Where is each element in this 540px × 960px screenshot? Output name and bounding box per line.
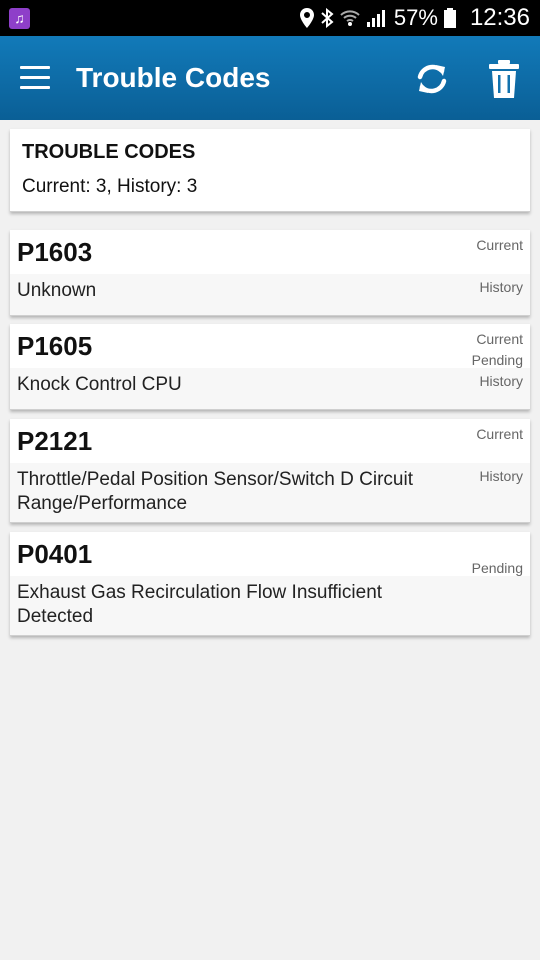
code-card[interactable]: P0401 Exhaust Gas Recirculation Flow Ins… [10, 532, 530, 636]
code-card[interactable]: P1605 Knock Control CPU Current Pending … [10, 324, 530, 410]
status-icons: 57% 12:36 [299, 0, 530, 36]
app-bar: Trouble Codes [0, 36, 540, 120]
code-card[interactable]: P2121 Throttle/Pedal Position Sensor/Swi… [10, 419, 530, 523]
status-tag: Current [476, 237, 523, 253]
summary-card: TROUBLE CODES Current: 3, History: 3 [10, 129, 530, 212]
code-card[interactable]: P1603 Unknown Current History [10, 230, 530, 316]
status-tag: History [479, 373, 523, 389]
status-tag: Pending [471, 560, 523, 576]
refresh-icon[interactable] [412, 59, 452, 99]
status-tags: Current History [476, 424, 523, 487]
trash-icon[interactable] [486, 59, 522, 99]
wifi-icon [340, 10, 360, 26]
bluetooth-icon [321, 8, 334, 28]
code-label: P1605 [17, 331, 93, 361]
status-tags: Current History [476, 235, 523, 298]
signal-icon [366, 10, 385, 27]
status-tags: Pending [472, 537, 523, 579]
battery-percent: 57% [393, 5, 438, 30]
status-tag: Current [476, 426, 523, 442]
status-tag: History [479, 468, 523, 484]
menu-icon[interactable] [20, 66, 50, 90]
clock: 12:36 [469, 4, 530, 31]
code-description: Exhaust Gas Recirculation Flow Insuffici… [17, 582, 383, 627]
code-label: P2121 [17, 426, 93, 456]
code-description: Throttle/Pedal Position Sensor/Switch D … [17, 469, 413, 514]
battery-icon [443, 8, 456, 28]
code-description: Unknown [17, 280, 97, 301]
code-label: P0401 [17, 539, 93, 569]
summary-title: TROUBLE CODES [22, 141, 196, 163]
status-tag: History [479, 279, 523, 295]
status-bar: ♫ 57% 12:36 [0, 0, 540, 36]
status-tag: Pending [471, 352, 523, 368]
code-description: Knock Control CPU [17, 374, 182, 395]
summary-counts: Current: 3, History: 3 [22, 176, 198, 197]
code-label: P1603 [17, 237, 93, 267]
status-tag: Current [476, 331, 523, 347]
location-icon [299, 8, 314, 28]
page-title: Trouble Codes [76, 62, 271, 93]
music-icon: ♫ [9, 8, 30, 29]
status-tags: Current Pending History [472, 329, 523, 392]
